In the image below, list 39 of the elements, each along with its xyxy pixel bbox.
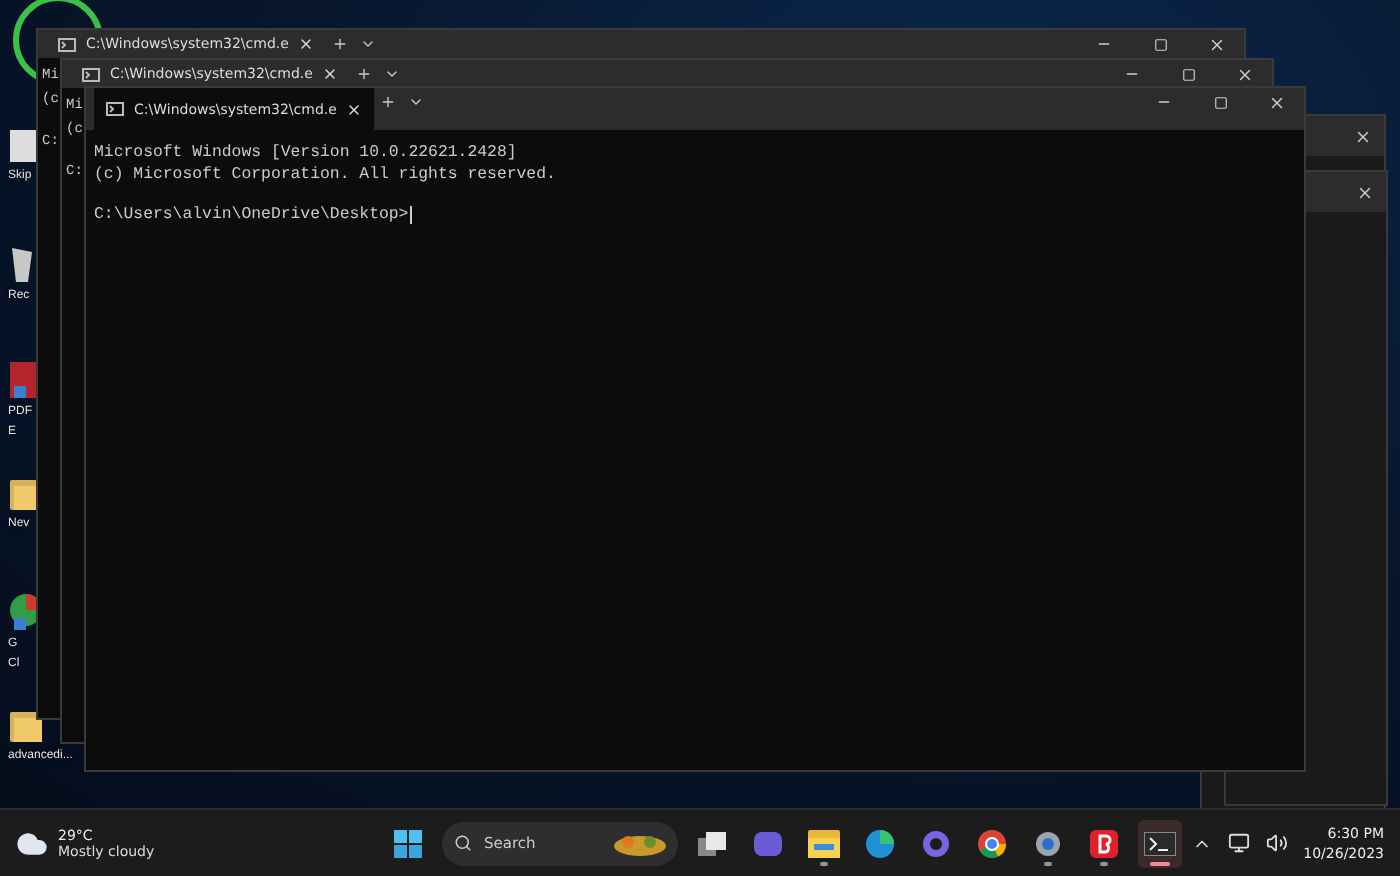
close-icon[interactable] (346, 101, 363, 117)
volume-icon[interactable] (1265, 832, 1288, 854)
close-icon (1235, 65, 1253, 83)
browser-icon (866, 829, 894, 857)
plus-icon (380, 94, 396, 110)
terminal-icon (82, 67, 100, 81)
close-icon (1267, 93, 1285, 111)
plus-icon (332, 36, 348, 52)
maximize-icon (1213, 95, 1227, 109)
settings-icon (1034, 829, 1062, 857)
close-icon[interactable] (1354, 127, 1372, 145)
console-line: (c) Microsoft Corporation. All rights reserved. (94, 164, 558, 186)
browser-icon (978, 829, 1006, 857)
folder-icon (8, 708, 44, 744)
maximize-icon (1181, 67, 1195, 81)
close-icon (1207, 35, 1225, 53)
terminal-icon (1144, 831, 1176, 855)
search-icon (454, 834, 472, 852)
network-icon[interactable] (1227, 832, 1250, 854)
console-line: Microsoft Windows [Version 10.0.22621.2428] (94, 142, 519, 164)
app-icon (1090, 829, 1118, 857)
close-icon[interactable] (1356, 183, 1374, 201)
text-cursor (410, 206, 413, 224)
command-prompt: C:\Users\alvin\OneDrive\Desktop> (94, 204, 409, 226)
task-view-icon (698, 831, 726, 855)
terminal-icon (106, 102, 124, 116)
taskbar-app-button[interactable] (1138, 819, 1182, 867)
app-icon (8, 128, 40, 164)
plus-icon (356, 66, 372, 82)
close-icon[interactable] (298, 36, 315, 52)
terminal-icon (58, 37, 76, 51)
document-icon (8, 360, 40, 400)
landscape-drawing (614, 831, 666, 855)
folder-icon (808, 829, 840, 857)
cloud-icon[interactable] (16, 827, 48, 859)
swirl-app-icon (922, 829, 950, 857)
maximize-icon (1153, 37, 1167, 51)
close-icon[interactable] (322, 66, 339, 82)
video-app-icon (754, 829, 782, 857)
